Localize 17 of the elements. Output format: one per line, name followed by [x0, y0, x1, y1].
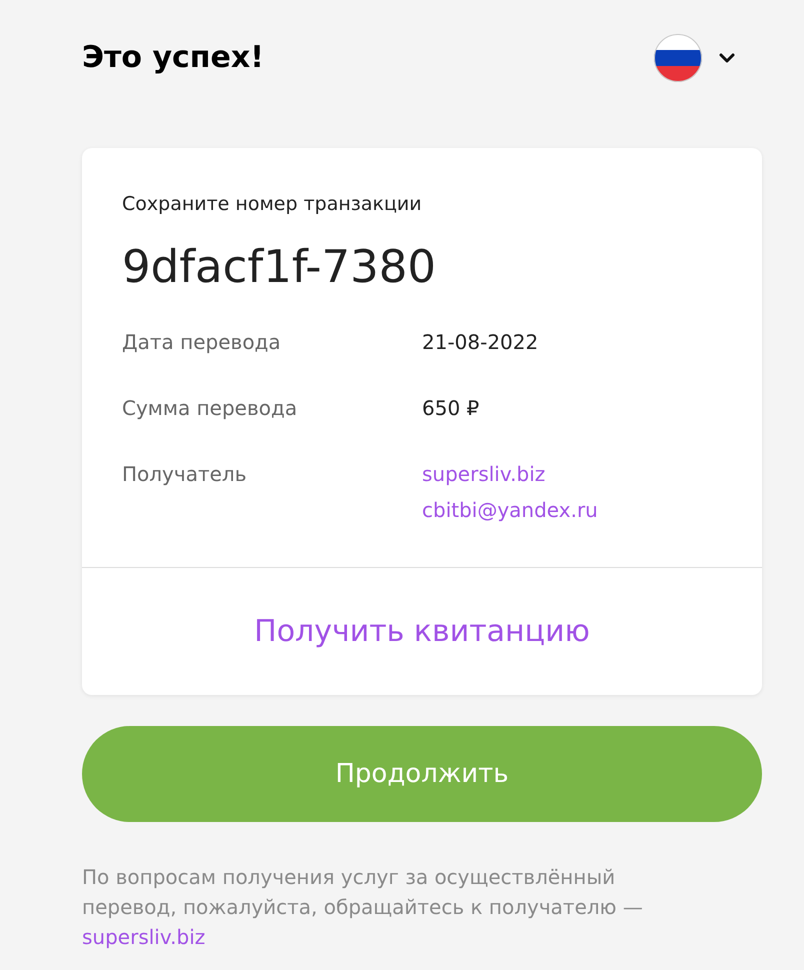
language-selector[interactable] — [654, 34, 735, 82]
detail-label: Получатель — [122, 461, 246, 488]
card-caption: Сохраните номер транзакции — [122, 192, 423, 217]
recipient-link[interactable]: supersliv.biz — [422, 456, 546, 492]
detail-label: Сумма перевода — [122, 395, 298, 422]
flag-icon — [654, 34, 702, 82]
continue-button[interactable]: Продолжить — [82, 726, 762, 822]
recipient-link[interactable]: supersliv.biz — [82, 925, 206, 949]
recipient-link[interactable]: cbitbi@yandex.ru — [422, 492, 598, 528]
detail-value: 650 ₽ — [422, 395, 480, 422]
footer-note: По вопросам получения услуг за осуществлённый перевод, пожалуйста, обращайтесь к получателю — supersliv.biz — [82, 864, 644, 951]
chevron-down-icon — [719, 52, 735, 64]
page-title: Это успех! — [82, 39, 264, 77]
receipt-link[interactable]: Получить квитанцию — [254, 612, 590, 650]
detail-value: 21-08-2022 — [422, 329, 538, 356]
transaction-number: 9dfacf1f-7380 — [122, 241, 437, 293]
detail-label: Дата перевода — [122, 329, 281, 356]
